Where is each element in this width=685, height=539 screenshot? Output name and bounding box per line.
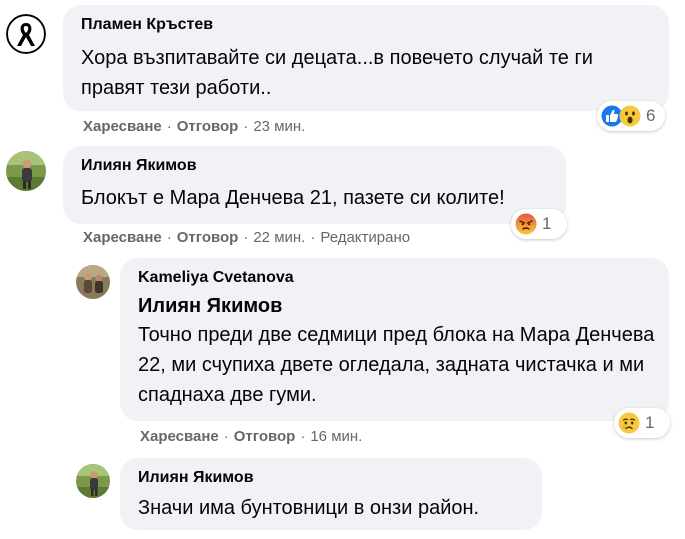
comment-timestamp[interactable]: 23 мин. bbox=[253, 118, 305, 135]
reply-button[interactable]: Отговор bbox=[234, 428, 296, 445]
comment-author[interactable]: Илиян Якимов bbox=[81, 156, 197, 176]
separator-dot: · bbox=[243, 118, 249, 135]
avatar-mourning-ribbon[interactable] bbox=[6, 14, 46, 54]
avatar-photo[interactable] bbox=[6, 151, 46, 191]
mentioned-user-link[interactable]: Илиян Якимов bbox=[138, 293, 282, 319]
like-button[interactable]: Харесване bbox=[83, 229, 162, 246]
reply-author[interactable]: Илиян Якимов bbox=[138, 468, 254, 488]
separator-dot: · bbox=[243, 229, 249, 246]
reaction-summary[interactable]: 6 bbox=[597, 101, 665, 131]
separator-dot: · bbox=[300, 428, 306, 445]
separator-dot: · bbox=[223, 428, 229, 445]
separator-dot: · bbox=[166, 118, 172, 135]
like-button[interactable]: Харесване bbox=[83, 118, 162, 135]
angry-icon bbox=[515, 213, 537, 235]
wow-icon bbox=[619, 105, 641, 127]
comment-author[interactable]: Пламен Кръстев bbox=[81, 15, 213, 35]
reply-button[interactable]: Отговор bbox=[177, 229, 239, 246]
reaction-count: 6 bbox=[646, 106, 656, 125]
avatar-photo[interactable] bbox=[76, 464, 110, 498]
reply-button[interactable]: Отговор bbox=[177, 118, 239, 135]
reply-text: Значи има бунтовници в онзи район. bbox=[138, 497, 480, 519]
reply-bubble: Илиян Якимов Значи има бунтовници в онзи… bbox=[120, 458, 542, 530]
edited-label[interactable]: Редактирано bbox=[320, 229, 410, 246]
reply-text: Точно преди две седмици пред блока на Ма… bbox=[138, 324, 655, 406]
reaction-count: 1 bbox=[542, 214, 552, 233]
reaction-count: 1 bbox=[645, 413, 655, 432]
comment-timestamp[interactable]: 22 мин. bbox=[253, 229, 305, 246]
comment-actions: Харесване · Отговор · 23 мин. bbox=[83, 117, 305, 137]
reply-timestamp[interactable]: 16 мин. bbox=[310, 428, 362, 445]
separator-dot: · bbox=[310, 229, 316, 246]
reaction-summary[interactable]: 1 bbox=[511, 209, 567, 239]
reply-author[interactable]: Kameliya Cvetanova bbox=[138, 268, 294, 288]
avatar-photo[interactable] bbox=[76, 265, 110, 299]
reaction-summary[interactable]: 1 bbox=[614, 408, 670, 438]
comment-bubble: Илиян Якимов Блокът е Мара Денчева 21, п… bbox=[63, 146, 566, 224]
comment-bubble: Пламен Кръстев Хора възпитавайте си деца… bbox=[63, 5, 669, 111]
comment-actions: Харесване · Отговор · 22 мин. · Редактирано bbox=[83, 228, 410, 248]
sad-icon bbox=[618, 412, 640, 434]
comment-thread: Пламен Кръстев Хора възпитавайте си деца… bbox=[0, 0, 685, 539]
reply-actions: Харесване · Отговор · 16 мин. bbox=[140, 427, 362, 447]
comment-text: Блокът е Мара Денчева 21, пазете си коли… bbox=[81, 187, 505, 209]
separator-dot: · bbox=[166, 229, 172, 246]
reply-bubble: Kameliya Cvetanova Илиян Якимов Точно пр… bbox=[120, 258, 669, 421]
like-button[interactable]: Харесване bbox=[140, 428, 219, 445]
comment-text: Хора възпитавайте си децата...в повечето… bbox=[81, 47, 593, 99]
